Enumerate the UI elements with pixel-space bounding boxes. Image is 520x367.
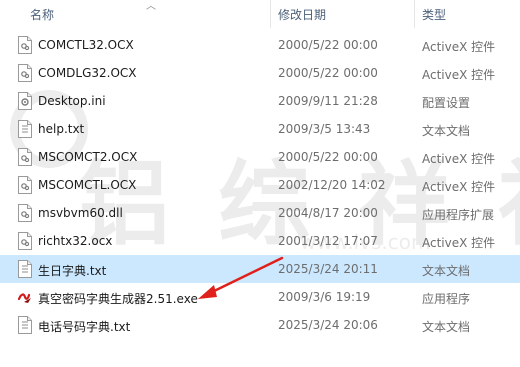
file-modified-date: 2002/12/20 14:02 — [278, 178, 386, 192]
activex-file-icon — [18, 176, 32, 194]
file-type: 文本文档 — [422, 124, 471, 138]
file-modified-date: 2004/8/17 20:00 — [278, 206, 378, 220]
text-file-icon — [18, 260, 32, 278]
file-row[interactable]: MSCOMCT2.OCX 2000/5/22 00:00 ActiveX 控件 — [0, 143, 520, 171]
file-modified-date: 2025/3/24 20:06 — [278, 318, 378, 332]
file-name[interactable]: 真空密码字典生成器2.51.exe — [38, 290, 198, 307]
column-header-date[interactable]: 修改日期 — [278, 6, 326, 23]
dll-file-icon — [18, 204, 32, 222]
file-row[interactable]: 电话号码字典.txt 2025/3/24 20:06 文本文档 — [0, 311, 520, 339]
sort-ascending-icon: ︿ — [146, 1, 156, 12]
activex-file-icon — [18, 232, 32, 250]
column-header-type[interactable]: 类型 — [422, 6, 446, 23]
file-name[interactable]: msvbvm60.dll — [38, 206, 123, 220]
text-file-icon — [18, 316, 32, 334]
file-modified-date: 2025/3/24 20:11 — [278, 262, 378, 276]
file-name[interactable]: COMCTL32.OCX — [38, 38, 134, 52]
file-modified-date: 2009/9/11 21:28 — [278, 94, 378, 108]
file-modified-date: 2000/5/22 00:00 — [278, 150, 378, 164]
activex-file-icon — [18, 64, 32, 82]
file-name[interactable]: Desktop.ini — [38, 94, 106, 108]
file-row[interactable]: Desktop.ini 2009/9/11 21:28 配置设置 — [0, 87, 520, 115]
file-row[interactable]: msvbvm60.dll 2004/8/17 20:00 应用程序扩展 — [0, 199, 520, 227]
file-row[interactable]: 真空密码字典生成器2.51.exe 2009/3/6 19:19 应用程序 — [0, 283, 520, 311]
activex-file-icon — [18, 148, 32, 166]
text-file-icon — [18, 120, 32, 138]
file-type: 应用程序 — [422, 292, 471, 306]
column-divider[interactable] — [270, 0, 271, 28]
file-modified-date: 2000/5/22 00:00 — [278, 38, 378, 52]
file-row[interactable]: help.txt 2009/3/5 13:43 文本文档 — [0, 115, 520, 143]
file-row[interactable]: MSCOMCTL.OCX 2002/12/20 14:02 ActiveX 控件 — [0, 171, 520, 199]
file-type: 应用程序扩展 — [422, 208, 495, 222]
file-type: ActiveX 控件 — [422, 236, 496, 250]
file-type: 配置设置 — [422, 96, 471, 110]
file-row[interactable]: 生日字典.txt 2025/3/24 20:11 文本文档 — [0, 255, 520, 283]
file-name[interactable]: COMDLG32.OCX — [38, 66, 137, 80]
file-name[interactable]: 生日字典.txt — [38, 262, 106, 279]
file-modified-date: 2009/3/6 19:19 — [278, 290, 371, 304]
file-name[interactable]: MSCOMCT2.OCX — [38, 150, 137, 164]
file-row[interactable]: COMCTL32.OCX 2000/5/22 00:00 ActiveX 控件 — [0, 31, 520, 59]
file-name[interactable]: richtx32.ocx — [38, 234, 112, 248]
exe-app-icon — [17, 288, 32, 306]
file-modified-date: 2001/3/12 17:07 — [278, 234, 378, 248]
column-divider[interactable] — [414, 0, 415, 28]
file-modified-date: 2009/3/5 13:43 — [278, 122, 371, 136]
file-name[interactable]: 电话号码字典.txt — [38, 318, 130, 335]
activex-file-icon — [18, 36, 32, 54]
file-type: ActiveX 控件 — [422, 180, 496, 194]
settings-file-icon — [18, 92, 32, 110]
file-type: ActiveX 控件 — [422, 40, 496, 54]
file-name[interactable]: help.txt — [38, 122, 84, 136]
file-row[interactable]: richtx32.ocx 2001/3/12 17:07 ActiveX 控件 — [0, 227, 520, 255]
file-type: ActiveX 控件 — [422, 68, 496, 82]
file-type: 文本文档 — [422, 264, 471, 278]
file-type: ActiveX 控件 — [422, 152, 496, 166]
column-header-name[interactable]: 名称 — [30, 6, 54, 23]
column-header-bar: 名称 ︿ 修改日期 类型 — [0, 0, 520, 28]
file-modified-date: 2000/5/22 00:00 — [278, 66, 378, 80]
file-name[interactable]: MSCOMCTL.OCX — [38, 178, 136, 192]
file-type: 文本文档 — [422, 320, 471, 334]
file-row[interactable]: COMDLG32.OCX 2000/5/22 00:00 ActiveX 控件 — [0, 59, 520, 87]
